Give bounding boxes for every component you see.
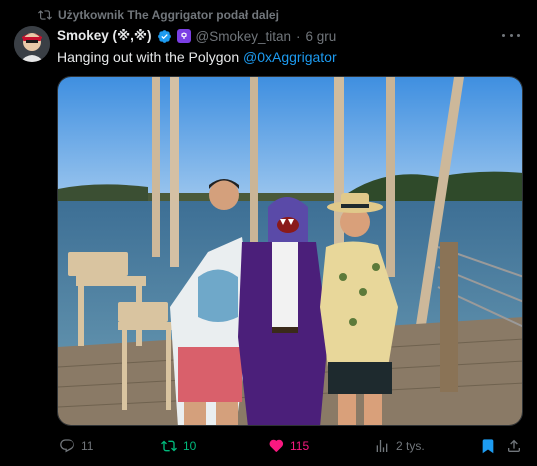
tweet-date[interactable]: 6 gru bbox=[306, 29, 337, 44]
tweet-photo[interactable] bbox=[57, 76, 523, 426]
like-icon bbox=[269, 439, 284, 452]
repost-icon bbox=[38, 10, 52, 20]
bookmark-button[interactable] bbox=[480, 436, 496, 456]
reply-count: 11 bbox=[81, 439, 94, 453]
more-icon[interactable] bbox=[502, 27, 520, 43]
reply-button[interactable]: 11 bbox=[59, 436, 93, 456]
tweet-body: Hanging out with the Polygon bbox=[57, 49, 244, 65]
tweet-actions: 11 10 115 2 tys. bbox=[57, 436, 523, 456]
separator-dot: · bbox=[296, 28, 301, 44]
like-button[interactable]: 115 bbox=[268, 436, 309, 456]
repost-header[interactable]: Użytkownik The Aggrigator podał dalej bbox=[38, 7, 279, 23]
reply-icon bbox=[60, 439, 74, 453]
tweet-text: Hanging out with the Polygon @0xAggrigat… bbox=[57, 48, 337, 66]
repost-button[interactable]: 10 bbox=[161, 436, 196, 456]
views-icon bbox=[376, 440, 388, 452]
share-button[interactable] bbox=[506, 436, 522, 456]
share-icon bbox=[508, 439, 520, 452]
mention-link[interactable]: @0xAggrigator bbox=[243, 49, 337, 65]
views-button[interactable]: 2 tys. bbox=[374, 436, 425, 456]
author-handle[interactable]: @Smokey_titan bbox=[196, 29, 292, 44]
repost-icon bbox=[161, 440, 177, 452]
author-name[interactable]: Smokey (※,※) bbox=[57, 28, 152, 44]
bookmark-icon bbox=[482, 439, 494, 454]
affiliate-icon[interactable] bbox=[176, 29, 191, 43]
like-count: 115 bbox=[290, 439, 310, 453]
repost-header-text: Użytkownik The Aggrigator podał dalej bbox=[58, 8, 279, 22]
verified-badge-icon[interactable] bbox=[157, 29, 172, 44]
repost-count: 10 bbox=[183, 439, 197, 453]
avatar[interactable] bbox=[14, 26, 50, 62]
views-count: 2 tys. bbox=[396, 439, 425, 453]
tweet-header: Smokey (※,※) @Smokey_titan · 6 gru bbox=[57, 26, 336, 46]
